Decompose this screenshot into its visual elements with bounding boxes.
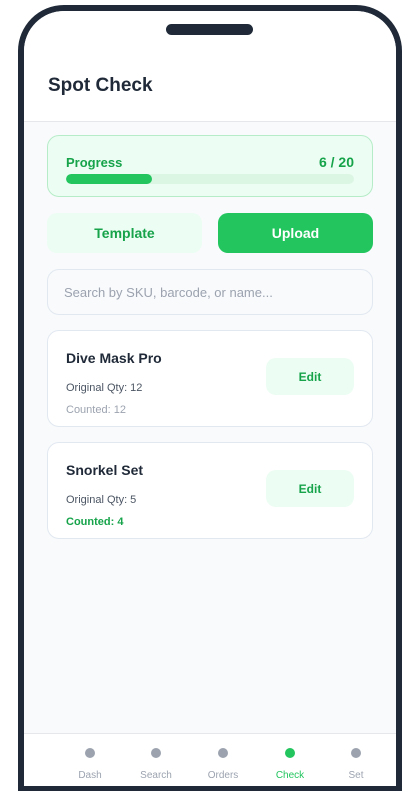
item-counted-qty: Counted: 12 (66, 404, 126, 416)
tab-label: Search (140, 770, 172, 781)
tab-check[interactable]: Check (257, 734, 323, 786)
tab-set[interactable]: Set (323, 734, 389, 786)
progress-label: Progress (66, 155, 123, 170)
progress-bar (66, 174, 354, 184)
dash-dot-icon (85, 748, 95, 758)
orders-dot-icon (218, 748, 228, 758)
item-name: Snorkel Set (66, 462, 144, 478)
bottom-tab-bar: Dash Search Orders Check Set (24, 733, 396, 786)
tab-dash[interactable]: Dash (57, 734, 123, 786)
tab-label: Dash (78, 770, 102, 781)
upload-button[interactable]: Upload (218, 213, 373, 253)
edit-button[interactable]: Edit (266, 358, 354, 395)
template-button[interactable]: Template (47, 213, 202, 253)
phone-frame: Spot Check Progress 6 / 20 Template Uplo… (18, 5, 402, 791)
item-original-qty: Original Qty: 5 (66, 494, 137, 506)
tab-search[interactable]: Search (123, 734, 189, 786)
item-name: Dive Mask Pro (66, 350, 162, 366)
item-card-dive-mask-pro: Dive Mask Pro Original Qty: 12 Counted: … (47, 330, 373, 427)
tab-label: Orders (207, 770, 239, 781)
tab-label: Check (275, 770, 305, 781)
search-dot-icon (151, 748, 161, 758)
item-counted-qty: Counted: 4 (66, 516, 124, 528)
item-original-qty: Original Qty: 12 (66, 382, 143, 394)
set-dot-icon (351, 748, 361, 758)
check-dot-icon (285, 748, 295, 758)
screen: Spot Check Progress 6 / 20 Template Uplo… (24, 11, 396, 786)
status-bar (24, 11, 396, 53)
notch (166, 24, 253, 35)
progress-count: 6 / 20 (318, 154, 354, 170)
page-title: Spot Check (48, 75, 153, 96)
item-card-snorkel-set: Snorkel Set Original Qty: 5 Counted: 4 E… (47, 442, 373, 539)
edit-button[interactable]: Edit (266, 470, 354, 507)
tab-label: Set (348, 770, 364, 781)
tab-orders[interactable]: Orders (190, 734, 256, 786)
progress-card: Progress 6 / 20 (47, 135, 373, 197)
progress-bar-fill (66, 174, 153, 184)
search-input[interactable] (47, 269, 373, 315)
header: Spot Check (24, 53, 396, 122)
